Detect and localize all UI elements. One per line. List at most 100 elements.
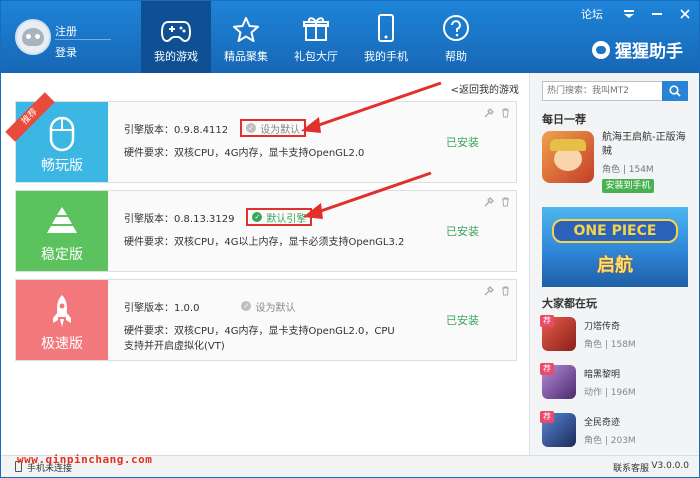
set-default-label: 设为默认 (260, 124, 301, 136)
engine-card-stable: 稳定版 引擎版本：0.8.13.3129 ✓ 默认引擎 硬件要求：双核CPU，4G… (15, 190, 517, 272)
account-divider (55, 39, 111, 40)
trash-icon[interactable] (500, 108, 510, 118)
set-default-button[interactable]: ✓ 设为默认 (240, 119, 307, 137)
game-name: 暗黑黎明 (584, 370, 621, 380)
pyramid-icon (47, 207, 77, 233)
engine-info: 引擎版本：1.0.0 ✓ 设为默认 硬件要求：双核CPU，4G内存，显卡支持Ope… (124, 298, 396, 354)
hardware-requirement: 硬件要求：双核CPU，4G内存，显卡支持OpenGL2.0，CPU支持并开启虚拟… (124, 326, 395, 352)
rocket-icon (53, 295, 71, 327)
engine-name: 畅玩版 (41, 158, 83, 174)
forum-link[interactable]: 论坛 (581, 6, 603, 22)
daily-game-meta: 角色 | 154M (602, 165, 654, 175)
trash-icon[interactable] (500, 286, 510, 296)
close-button[interactable] (671, 2, 699, 26)
nav-label: 帮助 (445, 50, 467, 63)
engine-version: 引擎版本：0.9.8.4112 (124, 124, 229, 136)
game-meta: 角色 | 158M (584, 340, 636, 350)
header-bar: 注册 登录 我的游戏 精品聚集 礼包大厅 我的手机 帮助 论坛 猩猩助手 (1, 1, 699, 73)
daily-game-thumbnail[interactable] (542, 131, 594, 183)
brand-name: 猩猩助手 (615, 42, 683, 62)
gamepad-icon (161, 21, 191, 42)
popular-game-item[interactable]: 荐 暗黑黎明 动作 | 196M (540, 363, 692, 403)
engine-info: 引擎版本：0.8.13.3129 ✓ 默认引擎 硬件要求：双核CPU，4G以上内存… (124, 208, 414, 250)
nav-label: 我的手机 (364, 50, 408, 63)
nav-label: 精品聚集 (224, 50, 268, 63)
set-default-button[interactable]: ✓ 设为默认 (237, 297, 299, 315)
app-window: 注册 登录 我的游戏 精品聚集 礼包大厅 我的手机 帮助 论坛 猩猩助手 <返回… (0, 0, 700, 478)
close-icon (680, 9, 690, 19)
engine-thumb: 极速版 (16, 280, 108, 360)
install-to-phone-button[interactable]: 安装到手机 (602, 179, 654, 193)
promo-banner[interactable]: ONE PIECE 启航 (542, 207, 688, 287)
banner-title: ONE PIECE (552, 219, 678, 243)
install-status: 已安装 (446, 314, 479, 327)
minimize-icon (652, 13, 662, 15)
version-label: V3.0.0.0 (651, 461, 689, 471)
daily-game-title[interactable]: 航海王启航-正版海贼 (602, 131, 694, 159)
hardware-requirement: 硬件要求：双核CPU，4G内存，显卡支持OpenGL2.0 (124, 148, 365, 159)
window-controls: 论坛 (581, 1, 699, 27)
trash-icon[interactable] (500, 197, 510, 207)
nav-my-phone[interactable]: 我的手机 (351, 1, 421, 73)
recommend-badge: 荐 (540, 315, 554, 327)
install-status: 已安装 (446, 225, 479, 238)
engine-card-fast: 极速版 引擎版本：1.0.0 ✓ 设为默认 硬件要求：双核CPU，4G内存，显卡支… (15, 279, 517, 361)
minimize-button[interactable] (643, 2, 671, 26)
search-button[interactable] (662, 81, 688, 101)
search-box (542, 81, 688, 101)
menu-icon (624, 10, 634, 18)
nav-my-games[interactable]: 我的游戏 (141, 1, 211, 73)
gorilla-logo-icon (592, 40, 610, 59)
brand-logo: 猩猩助手 (592, 37, 683, 62)
engine-info: 引擎版本：0.9.8.4112 ✓ 设为默认 硬件要求：双核CPU，4G内存，显卡… (124, 119, 404, 161)
gift-icon (303, 17, 329, 41)
daily-recommend-title: 每日一荐 (542, 113, 586, 126)
repair-icon[interactable] (484, 286, 494, 296)
watermark-text: www.qinpinchang.com (17, 453, 153, 466)
avatar-icon (22, 28, 44, 46)
back-to-my-games-link[interactable]: <返回我的游戏 (451, 81, 519, 96)
popular-game-item[interactable]: 荐 全民奇迹 角色 | 203M (540, 411, 692, 451)
nav-gift-hall[interactable]: 礼包大厅 (281, 1, 351, 73)
nav-help[interactable]: 帮助 (421, 1, 491, 73)
card-tools (484, 286, 510, 296)
card-tools (484, 197, 510, 207)
game-name: 刀塔传奇 (584, 322, 621, 332)
check-icon: ✓ (241, 301, 252, 311)
install-status: 已安装 (446, 136, 479, 149)
engine-name: 稳定版 (41, 247, 83, 263)
banner-subtitle: 启航 (597, 255, 633, 276)
engine-thumb: 稳定版 (16, 191, 108, 271)
game-meta: 角色 | 203M (584, 436, 636, 446)
nav-featured[interactable]: 精品聚集 (211, 1, 281, 73)
nav-label: 礼包大厅 (294, 50, 338, 63)
register-link[interactable]: 注册 (55, 23, 77, 39)
repair-icon[interactable] (484, 108, 494, 118)
star-icon (233, 17, 259, 42)
search-input[interactable] (547, 84, 659, 98)
popular-game-item[interactable]: 荐 刀塔传奇 角色 | 158M (540, 315, 692, 355)
popular-title: 大家都在玩 (542, 297, 597, 310)
engine-name: 极速版 (41, 336, 83, 352)
avatar[interactable] (15, 19, 51, 55)
engine-version: 引擎版本：1.0.0 (124, 302, 200, 314)
repair-icon[interactable] (484, 197, 494, 207)
game-name: 全民奇迹 (584, 418, 621, 428)
recommend-badge: 荐 (540, 411, 554, 423)
nav-label: 我的游戏 (154, 50, 198, 63)
card-tools (484, 108, 510, 118)
contact-support-link[interactable]: 联系客服 (613, 461, 649, 474)
search-icon (669, 85, 681, 97)
recommend-sidebar: 每日一荐 航海王启航-正版海贼 角色 | 154M 安装到手机 ONE PIEC… (529, 73, 699, 455)
main-nav: 我的游戏 精品聚集 礼包大厅 我的手机 帮助 (141, 1, 491, 73)
hardware-requirement: 硬件要求：双核CPU，4G以上内存，显卡必须支持OpenGL3.2 (124, 237, 405, 248)
login-link[interactable]: 登录 (55, 44, 77, 60)
mouse-icon (49, 116, 75, 152)
default-engine-badge[interactable]: ✓ 默认引擎 (246, 208, 313, 226)
default-engine-label: 默认引擎 (266, 213, 307, 225)
engine-list-panel: <返回我的游戏 畅玩版 推荐 引擎版本：0.9.8.4112 ✓ 设为默认 硬件要… (1, 73, 529, 455)
check-icon: ✓ (246, 123, 257, 133)
engine-version: 引擎版本：0.8.13.3129 (124, 213, 235, 225)
menu-dropdown-button[interactable] (615, 2, 643, 26)
help-icon (443, 15, 469, 41)
